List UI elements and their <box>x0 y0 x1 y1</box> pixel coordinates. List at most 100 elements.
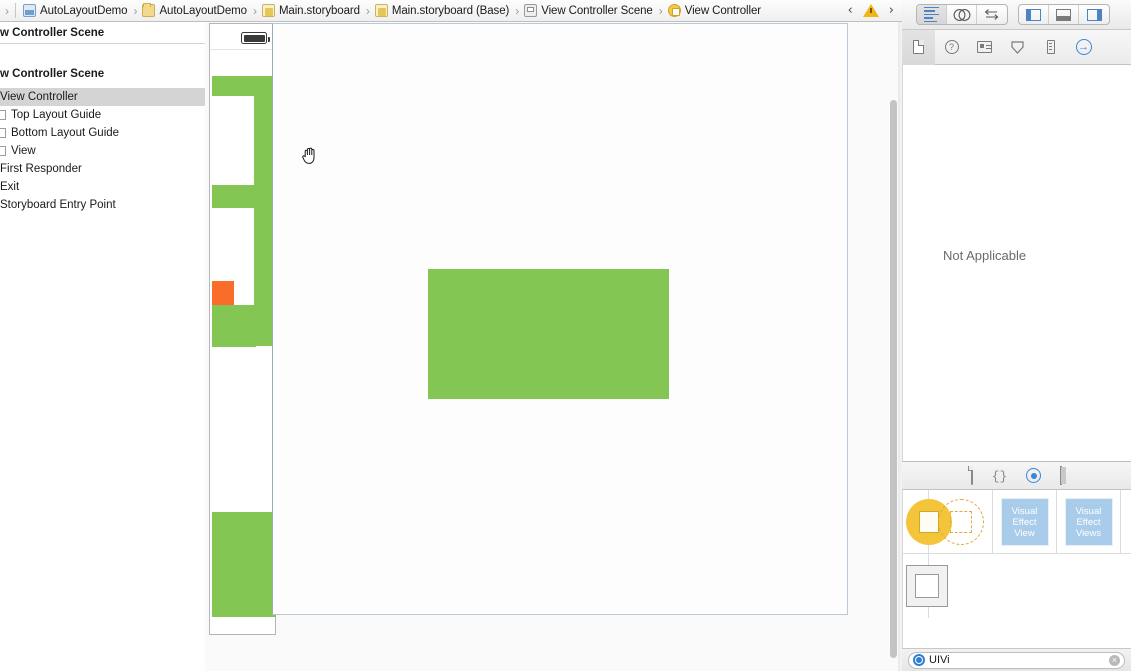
outline-item-exit[interactable]: Exit <box>0 178 205 196</box>
device-status-bar <box>210 24 275 50</box>
outline-item-view[interactable]: View <box>0 142 205 160</box>
tab-object-library[interactable] <box>1026 468 1042 483</box>
xcode-window: › AutoLayoutDemo › AutoLayoutDemo › Main… <box>0 0 1131 671</box>
outline-item-bottom-layout-guide[interactable]: Bottom Layout Guide <box>0 124 205 142</box>
assistant-editor-icon <box>953 8 970 21</box>
identity-card-icon <box>977 41 992 53</box>
breadcrumb-label: Main.storyboard <box>278 4 360 17</box>
tab-identity-inspector[interactable] <box>968 30 1001 65</box>
tab-code-snippet-library[interactable]: {} <box>992 467 1008 485</box>
utilities-toggle-button[interactable] <box>1079 5 1109 24</box>
document-outline: w Controller Scene w Controller Scene Vi… <box>0 22 205 671</box>
visual-effect-views-tile: Visual Effect Views <box>1064 498 1113 546</box>
library-item-gray-frames[interactable] <box>903 554 948 618</box>
canvas-vertical-scrollbar[interactable] <box>890 100 897 658</box>
breadcrumb-separator: › <box>515 3 520 18</box>
library-item-visual-effect-views[interactable]: Visual Effect Views <box>1057 490 1121 554</box>
view-icon <box>0 146 6 156</box>
tab-quick-help-inspector[interactable]: ? <box>935 30 968 65</box>
document-icon <box>913 40 924 54</box>
breadcrumb-item-view-controller[interactable]: View Controller <box>667 0 762 21</box>
library-item-yellow-circle[interactable] <box>903 490 952 554</box>
open-hand-cursor <box>302 147 315 164</box>
breadcrumb: › AutoLayoutDemo › AutoLayoutDemo › Main… <box>0 0 902 22</box>
tab-media-library[interactable] <box>1060 465 1063 485</box>
breadcrumb-divider <box>15 3 16 18</box>
secondary-device-canvas[interactable] <box>209 23 276 635</box>
tab-size-inspector[interactable] <box>1034 30 1067 65</box>
view-controller-icon <box>667 4 681 17</box>
breadcrumb-label: AutoLayoutDemo <box>159 4 247 17</box>
forward-chevron-icon[interactable]: › <box>889 3 894 18</box>
tab-file-inspector[interactable] <box>902 29 935 65</box>
library-row <box>903 554 1131 618</box>
visual-effect-view-tile: Visual Effect View <box>1000 498 1049 546</box>
outline-item-storyboard-entry-point[interactable]: Storyboard Entry Point <box>0 196 205 214</box>
version-editor-button[interactable] <box>977 5 1007 24</box>
left-panel-icon <box>1026 8 1041 21</box>
breadcrumb-nav-controls: ‹ › <box>848 3 902 18</box>
breadcrumb-item-storyboard-base[interactable]: Main.storyboard (Base) <box>374 0 510 21</box>
primary-device-canvas[interactable] <box>272 23 848 615</box>
clear-search-icon[interactable]: × <box>1109 654 1120 666</box>
media-split-icon <box>1060 465 1063 485</box>
orange-shape[interactable] <box>212 281 234 305</box>
tab-file-template-library[interactable] <box>970 465 973 485</box>
green-shape-1[interactable] <box>212 76 256 96</box>
layout-guide-icon <box>0 110 6 120</box>
green-uiview[interactable] <box>428 269 669 399</box>
green-shape-4[interactable] <box>212 305 256 347</box>
breadcrumb-separator: › <box>365 3 370 18</box>
outline-item-view-controller[interactable]: View Controller <box>0 88 205 106</box>
breadcrumb-separator: › <box>658 3 663 18</box>
editor-toolbar <box>902 0 1131 30</box>
library-item-visual-effect-view[interactable]: Visual Effect View <box>993 490 1057 554</box>
library-row: Visual Effect View Visual Effect Views <box>903 490 1131 554</box>
assistant-editor-button[interactable] <box>947 5 977 24</box>
green-shape-5[interactable] <box>212 512 276 617</box>
debug-area-toggle-button[interactable] <box>1049 5 1079 24</box>
outline-header-scene: w Controller Scene <box>0 68 105 80</box>
connections-arrow-icon: → <box>1075 39 1092 55</box>
breadcrumb-item-project[interactable]: AutoLayoutDemo <box>22 0 128 21</box>
interface-builder-canvas[interactable] <box>205 22 902 671</box>
right-panel-icon <box>1086 8 1102 21</box>
back-chevron-icon[interactable]: ‹ <box>848 3 853 18</box>
target-circle-icon <box>1026 468 1042 483</box>
storyboard-icon <box>261 4 275 17</box>
breadcrumb-item-folder[interactable]: AutoLayoutDemo <box>141 0 247 21</box>
editor-mode-segmented-control <box>916 4 1008 25</box>
outline-item-label: First Responder <box>0 163 82 175</box>
layout-guide-icon <box>0 128 6 138</box>
inspector-tab-bar: ? → <box>902 29 1131 65</box>
object-library-grid[interactable]: Visual Effect View Visual Effect Views <box>902 490 1131 648</box>
view-toggles-segmented-control <box>1018 4 1110 25</box>
braces-icon: {} <box>991 468 1008 484</box>
library-search-field[interactable]: UIVi × <box>908 651 1125 669</box>
breadcrumb-item-storyboard[interactable]: Main.storyboard <box>261 0 361 21</box>
outline-item-first-responder[interactable]: First Responder <box>0 160 205 178</box>
tab-attributes-inspector[interactable] <box>1001 30 1034 65</box>
scene-icon <box>524 4 538 17</box>
breadcrumb-label: View Controller Scene <box>541 4 653 17</box>
warning-triangle-icon[interactable] <box>862 4 879 17</box>
outline-header-top: w Controller Scene <box>0 22 205 44</box>
tab-connections-inspector[interactable]: → <box>1067 30 1100 65</box>
device-view-area[interactable] <box>273 24 847 614</box>
outline-item-top-layout-guide[interactable]: Top Layout Guide <box>0 106 205 124</box>
navigator-toggle-button[interactable] <box>1019 5 1049 24</box>
gray-frames-icon <box>906 565 948 607</box>
bottom-panel-icon <box>1056 8 1071 21</box>
ruler-icon <box>1046 40 1055 54</box>
inspector-panel: Not Applicable <box>902 65 1131 461</box>
green-shape-3[interactable] <box>212 185 256 208</box>
battery-icon <box>241 32 270 44</box>
storyboard-icon <box>374 4 388 17</box>
outline-item-label: Bottom Layout Guide <box>11 127 120 139</box>
breadcrumb-label: AutoLayoutDemo <box>40 4 128 17</box>
library-item-dashed-circle[interactable] <box>929 490 993 554</box>
outline-item-label: Storyboard Entry Point <box>0 199 116 211</box>
breadcrumb-item-scene[interactable]: View Controller Scene <box>523 0 653 21</box>
panel-divider <box>898 22 902 671</box>
standard-editor-button[interactable] <box>917 5 947 24</box>
